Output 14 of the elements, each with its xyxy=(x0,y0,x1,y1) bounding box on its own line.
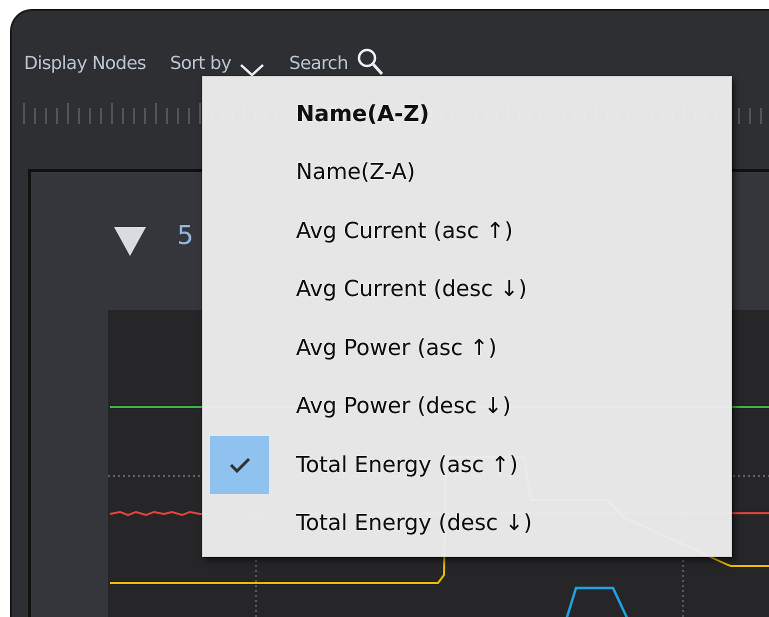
menu-item[interactable]: Name(A-Z) xyxy=(203,85,731,144)
node-count-label: 5 xyxy=(177,220,194,253)
menu-item[interactable]: Avg Power (asc ↑) xyxy=(203,319,731,378)
menu-item[interactable]: Total Energy (asc ↑) xyxy=(203,436,731,494)
collapse-triangle-icon[interactable] xyxy=(113,225,147,257)
menu-item[interactable]: Name(Z-A) xyxy=(203,144,731,202)
menu-item[interactable]: Total Energy (desc ↓) xyxy=(203,494,731,553)
checkmark-icon xyxy=(228,457,250,474)
menu-item[interactable]: Avg Current (desc ↓) xyxy=(203,260,731,319)
menu-item[interactable]: Avg Current (asc ↑) xyxy=(203,202,731,260)
menu-item[interactable]: Avg Power (desc ↓) xyxy=(203,378,731,436)
search-icon[interactable] xyxy=(356,47,384,77)
display-nodes-button[interactable]: Display Nodes xyxy=(24,50,146,81)
chevron-down-icon[interactable] xyxy=(239,62,266,78)
